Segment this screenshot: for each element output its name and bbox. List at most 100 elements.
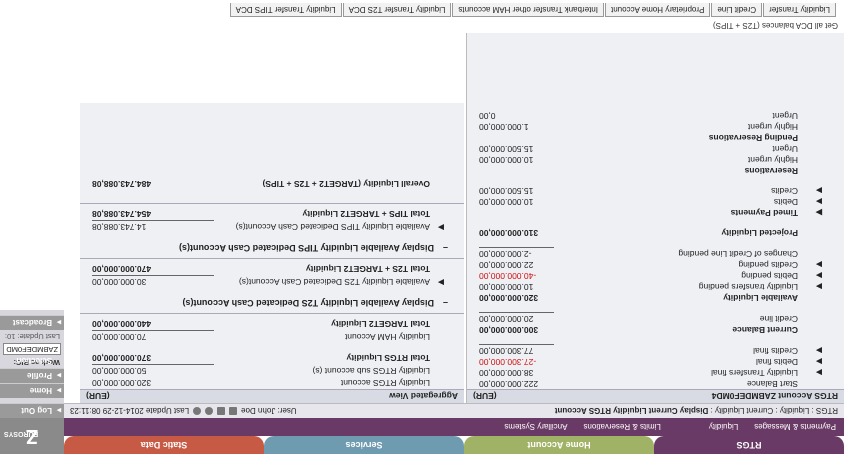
credits-final-row[interactable]: ▶ Credits final 77.300.000,00 bbox=[467, 345, 844, 356]
rtgs-account-title: RTGS Account ZABMDEF0MD4 bbox=[711, 391, 838, 401]
t2s-available-row[interactable]: ▶ Available Liquidity T2S Dedicated Cash… bbox=[80, 276, 464, 288]
pending-highly-urgent-label: Highly urgent bbox=[747, 122, 798, 132]
expand-arrow-icon[interactable]: ▶ bbox=[816, 345, 822, 356]
profile-selection-button[interactable]: Profile Selection bbox=[0, 356, 64, 383]
credit-line-value: 20.000.000,00 bbox=[479, 314, 534, 324]
reservations-label: Reservations bbox=[744, 166, 798, 176]
timed-payments-row[interactable]: ▶ Timed Payments bbox=[467, 207, 844, 218]
tab-proprietary-home-account[interactable]: Proprietary Home Account bbox=[605, 3, 711, 17]
credit-line-changes-pending-row: Changes of Credit Line pending -2.000.00… bbox=[467, 248, 844, 259]
tips-available-value: 14.743.088,08 bbox=[92, 222, 147, 232]
expand-arrow-icon[interactable]: ▶ bbox=[816, 185, 822, 196]
ham-account-value: 70.000.000,00 bbox=[92, 332, 147, 342]
credits-final-label: Credits final bbox=[753, 346, 798, 356]
collapse-dash-icon[interactable]: – bbox=[443, 297, 448, 309]
debits-final-value: -27.300.000,00 bbox=[479, 357, 537, 367]
expand-arrow-icon[interactable]: ▶ bbox=[816, 270, 822, 281]
rtgs-account-unit: (EUR) bbox=[473, 391, 497, 401]
available-liquidity-row: Available Liquidity 320.000.000,00 bbox=[467, 292, 844, 303]
rtgs-sub-account-row: Liquidity RTGS sub account (s) 50.000.00… bbox=[80, 365, 464, 377]
status-bar: RTGS : Liquidity : Current Liquidity : D… bbox=[64, 403, 844, 418]
liquidity-transfers-pending-row[interactable]: ▶ Liquidity transfers pending 10.000.000… bbox=[467, 281, 844, 292]
main-navigation: RTGS Home Account Services Static Data P… bbox=[0, 418, 844, 454]
projected-liquidity-value: 310.000.000,00 bbox=[479, 228, 539, 238]
timed-debits-row[interactable]: ▶ Debits 10.000.000,00 bbox=[467, 196, 844, 207]
expand-arrow-icon[interactable]: ▶ bbox=[438, 276, 444, 288]
user-name: User: John Doe bbox=[241, 406, 297, 416]
total-t2s-value: 470.000.000,00 bbox=[92, 264, 152, 274]
home-button[interactable]: Home bbox=[0, 383, 64, 398]
debits-pending-row[interactable]: ▶ Debits pending -40.000.000,00 bbox=[467, 270, 844, 281]
ham-account-row: Liquidity HAM Account 70.000.000,00 bbox=[80, 331, 464, 343]
aggregated-view-title: Aggregated View bbox=[389, 391, 458, 401]
tab-liquidity-transfer-tips[interactable]: Liquidity Transfer TIPS DCA bbox=[229, 3, 342, 17]
broadcast-button[interactable]: Broadcast bbox=[0, 315, 64, 330]
nav-tab-services[interactable]: Services bbox=[264, 436, 464, 454]
timed-credits-row[interactable]: ▶ Credits 15.500.000,00 bbox=[467, 185, 844, 196]
side-last-update: Last Update: 10: bbox=[4, 332, 60, 341]
total-target2-label: Total TARGET2 Liquidity bbox=[331, 319, 430, 329]
reservations-urgent-row: Urgent 15.500.000,00 bbox=[467, 143, 844, 154]
tab-liquidity-transfer-t2s[interactable]: Liquidity Transfer T2S DCA bbox=[342, 3, 452, 17]
subnav-liquidity[interactable]: Liquidity bbox=[709, 423, 738, 432]
expand-arrow-icon[interactable]: ▶ bbox=[438, 221, 444, 233]
sub-navigation: Payments & Messages Liquidity Limits & R… bbox=[64, 418, 844, 436]
available-liquidity-value: 320.000.000,00 bbox=[479, 293, 539, 303]
log-out-button[interactable]: Log Out bbox=[0, 403, 64, 418]
total-rtgs-label: Total RTGS Liquidity bbox=[346, 353, 430, 363]
collapse-dash-icon[interactable]: – bbox=[443, 242, 448, 254]
t2s-section-toggle[interactable]: – Display Available Liquidity T2S Dedica… bbox=[80, 297, 464, 309]
credit-line-changes-pending-label: Changes of Credit Line pending bbox=[678, 249, 798, 259]
tips-section-toggle[interactable]: – Display Available Liquidity TIPS Dedic… bbox=[80, 242, 464, 254]
credits-pending-value: 22.000.000,00 bbox=[479, 260, 534, 270]
pending-reservations-heading: Pending Reservations bbox=[467, 132, 844, 143]
liquidity-transfers-final-value: 38.000.000,00 bbox=[479, 368, 534, 378]
timed-debits-label: Debits bbox=[773, 197, 798, 207]
reservations-highly-urgent-value: 10.000.000,00 bbox=[479, 155, 534, 165]
aggregated-view-panel: Aggregated View (EUR) Liquidity RTGS acc… bbox=[80, 103, 464, 403]
rtgs-account-panel: RTGS Account ZABMDEF0MD4 (EUR) Start Bal… bbox=[466, 33, 844, 403]
rtgs-account-liquidity-value: 320.000.000,00 bbox=[92, 378, 152, 388]
breadcrumb: RTGS : Liquidity : Current Liquidity : D… bbox=[555, 407, 838, 416]
subnav-ancillary-systems[interactable]: Ancillary Systems bbox=[504, 423, 567, 432]
current-balance-label: Current Balance bbox=[732, 325, 798, 335]
liquidity-transfers-final-row[interactable]: ▶ Liquidity Transfers final 38.000.000,0… bbox=[467, 367, 844, 378]
nav-tab-static-data[interactable]: Static Data bbox=[64, 436, 264, 454]
liquidity-transfers-pending-value: 10.000.000,00 bbox=[479, 282, 534, 292]
subnav-limits-reservations[interactable]: Limits & Reservations bbox=[583, 423, 660, 432]
total-rtgs-value: 370.000.000,00 bbox=[92, 353, 152, 363]
tab-liquidity-transfer[interactable]: Liquidity Transfer bbox=[763, 3, 836, 17]
total-tips-value: 454.743.088,08 bbox=[92, 209, 152, 219]
tips-available-row[interactable]: ▶ Available Liquidity TIPS Dedicated Cas… bbox=[80, 221, 464, 233]
save-icon[interactable] bbox=[217, 407, 226, 415]
expand-arrow-icon[interactable]: ▶ bbox=[816, 196, 822, 207]
expand-arrow-icon[interactable]: ▶ bbox=[816, 207, 822, 218]
print-icon[interactable] bbox=[229, 407, 238, 415]
tab-credit-line[interactable]: Credit Line bbox=[711, 3, 763, 17]
timed-credits-label: Credits bbox=[771, 186, 798, 196]
tips-section-label: Display Available Liquidity TIPS Dedicat… bbox=[178, 243, 434, 253]
action-tabs: Liquidity Transfer Credit Line Proprieta… bbox=[0, 0, 844, 33]
timed-debits-value: 10.000.000,00 bbox=[479, 197, 534, 207]
expand-arrow-icon[interactable]: ▶ bbox=[816, 367, 822, 378]
help-icon[interactable] bbox=[205, 407, 214, 415]
expand-arrow-icon[interactable]: ▶ bbox=[816, 356, 822, 367]
expand-arrow-icon[interactable]: ▶ bbox=[816, 281, 822, 292]
total-rtgs-row: Total RTGS Liquidity 370.000.000,00 bbox=[80, 352, 464, 364]
nav-tab-rtgs[interactable]: RTGS bbox=[654, 436, 844, 454]
t2s-available-label: Available Liquidity T2S Dedicated Cash A… bbox=[238, 277, 430, 287]
tips-available-label: Available Liquidity TIPS Dedicated Cash … bbox=[235, 222, 430, 232]
subnav-payments-messages[interactable]: Payments & Messages bbox=[754, 423, 836, 432]
credit-line-row: Credit line 20.000.000,00 bbox=[467, 313, 844, 324]
credits-pending-row[interactable]: ▶ Credits pending 22.000.000,00 bbox=[467, 259, 844, 270]
current-balance-row: Current Balance 300.000.000,00 bbox=[467, 324, 844, 335]
pending-urgent-value: 0,00 bbox=[479, 111, 496, 121]
expand-arrow-icon[interactable]: ▶ bbox=[816, 259, 822, 270]
nav-tab-home-account[interactable]: Home Account bbox=[464, 436, 654, 454]
get-dca-balances-link[interactable]: Get all DCA balances (T2S + TIPS) bbox=[713, 21, 838, 30]
refresh-icon[interactable] bbox=[193, 407, 202, 415]
reservations-highly-urgent-row: Highly urgent 10.000.000,00 bbox=[467, 154, 844, 165]
tab-interbank-transfer[interactable]: Interbank Transfer other HAM accounts bbox=[452, 3, 605, 17]
overall-liquidity-label: Overall Liquidity (TARGET2 + T2S + TIPS) bbox=[262, 179, 430, 189]
debits-final-row[interactable]: ▶ Debits final -27.300.000,00 bbox=[467, 356, 844, 367]
